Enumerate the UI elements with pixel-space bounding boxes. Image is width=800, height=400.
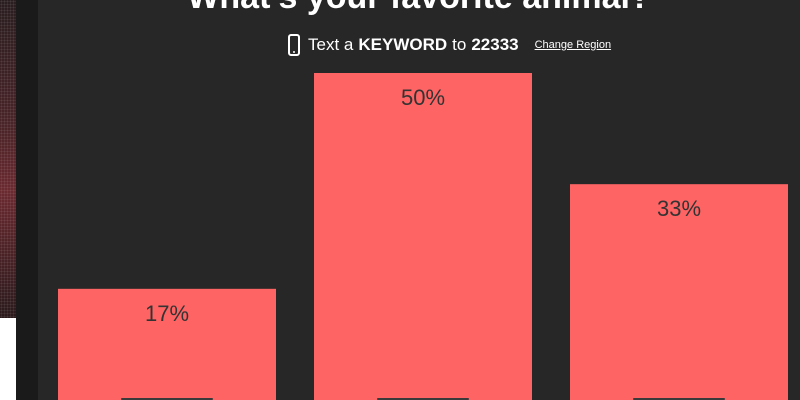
frame-edge [16,0,38,400]
bar-2-percent-label: 50% [401,85,445,110]
bar-2 [314,73,532,400]
poll-stage: What's your favorite animal? Text a KEYW… [38,0,800,400]
page-background [0,318,16,400]
bar-3-percent-label: 33% [657,196,701,221]
background-photo-strip [0,0,16,318]
poll-bar-chart: 17% 50% 33% [58,73,788,400]
bar-1-percent-label: 17% [145,301,189,326]
